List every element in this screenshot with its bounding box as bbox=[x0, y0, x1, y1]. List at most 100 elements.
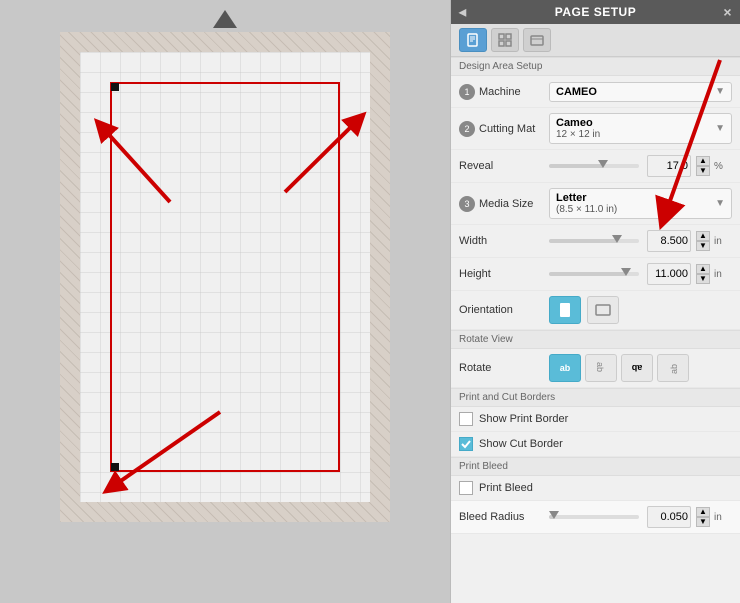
tab-media[interactable] bbox=[523, 28, 551, 52]
scroll-up-arrow[interactable] bbox=[213, 10, 237, 28]
machine-control: CAMEO ▼ bbox=[549, 82, 732, 102]
width-unit: in bbox=[714, 236, 732, 247]
bleed-radius-unit: in bbox=[714, 512, 732, 523]
height-value[interactable]: 11.000 bbox=[647, 263, 691, 285]
cutting-mat-label: 2 Cutting Mat bbox=[459, 121, 549, 137]
print-bleed-checkbox[interactable] bbox=[459, 481, 473, 495]
width-slider-thumb bbox=[612, 235, 622, 243]
machine-badge: 1 bbox=[459, 84, 475, 100]
orientation-control bbox=[549, 296, 732, 324]
rotate-btn-0[interactable]: ab bbox=[549, 354, 581, 382]
show-print-border-checkbox[interactable] bbox=[459, 412, 473, 426]
reveal-slider[interactable] bbox=[549, 164, 639, 168]
svg-text:ab: ab bbox=[669, 364, 679, 374]
width-label: Width bbox=[459, 235, 549, 247]
panel-title: PAGE SETUP bbox=[555, 5, 636, 19]
bleed-radius-value[interactable]: 0.050 bbox=[647, 506, 691, 528]
height-label: Height bbox=[459, 268, 549, 280]
rotate-view-section-label: Rotate View bbox=[451, 330, 740, 349]
width-row: Width 8.500 ▲ ▼ in bbox=[451, 225, 740, 258]
corner-marker-tl bbox=[111, 83, 119, 91]
bleed-radius-slider-thumb bbox=[549, 511, 559, 519]
height-control: 11.000 ▲ ▼ in bbox=[549, 263, 732, 285]
show-print-border-label: Show Print Border bbox=[479, 413, 568, 425]
bleed-radius-spin-down[interactable]: ▼ bbox=[696, 517, 710, 527]
rotate-row: Rotate ab ab ab ab bbox=[451, 349, 740, 388]
rotate-btn-270[interactable]: ab bbox=[657, 354, 689, 382]
machine-dropdown[interactable]: CAMEO ▼ bbox=[549, 82, 732, 102]
tab-page[interactable] bbox=[459, 28, 487, 52]
show-cut-border-label: Show Cut Border bbox=[479, 438, 563, 450]
print-bleed-row: Print Bleed bbox=[451, 476, 740, 501]
reveal-spin-down[interactable]: ▼ bbox=[696, 166, 710, 176]
orientation-row: Orientation bbox=[451, 291, 740, 330]
machine-row: 1 Machine CAMEO ▼ bbox=[451, 76, 740, 108]
height-row: Height 11.000 ▲ ▼ in bbox=[451, 258, 740, 291]
canvas-area bbox=[0, 0, 450, 603]
panel-close-btn[interactable]: × bbox=[723, 4, 732, 20]
cut-border bbox=[110, 82, 340, 472]
reveal-row: Reveal 17.0 ▲ ▼ % bbox=[451, 150, 740, 183]
height-slider[interactable] bbox=[549, 272, 639, 276]
print-cut-section-label: Print and Cut Borders bbox=[451, 388, 740, 407]
show-cut-border-checkbox[interactable] bbox=[459, 437, 473, 451]
white-page bbox=[80, 52, 370, 502]
media-size-label: 3 Media Size bbox=[459, 196, 549, 212]
machine-label: 1 Machine bbox=[459, 84, 549, 100]
height-unit: in bbox=[714, 269, 732, 280]
media-size-dropdown-arrow: ▼ bbox=[715, 198, 725, 209]
cutting-mat-badge: 2 bbox=[459, 121, 475, 137]
bleed-radius-label: Bleed Radius bbox=[459, 511, 549, 523]
reveal-spin-up[interactable]: ▲ bbox=[696, 156, 710, 166]
page-wrapper bbox=[60, 32, 390, 522]
cutting-mat-control: Cameo 12 × 12 in ▼ bbox=[549, 113, 732, 144]
cutting-mat-dropdown[interactable]: Cameo 12 × 12 in ▼ bbox=[549, 113, 732, 144]
height-spinner: ▲ ▼ bbox=[696, 264, 710, 284]
reveal-control: 17.0 ▲ ▼ % bbox=[549, 155, 732, 177]
width-control: 8.500 ▲ ▼ in bbox=[549, 230, 732, 252]
reveal-label: Reveal bbox=[459, 160, 549, 172]
rotate-btn-180[interactable]: ab bbox=[621, 354, 653, 382]
width-slider[interactable] bbox=[549, 239, 639, 243]
show-print-border-row: Show Print Border bbox=[451, 407, 740, 432]
print-bleed-label: Print Bleed bbox=[479, 482, 533, 494]
tab-bar bbox=[451, 24, 740, 57]
right-panel: ◂ PAGE SETUP × Design Area Setup 1 Machi… bbox=[450, 0, 740, 603]
cutting-mat-dropdown-arrow: ▼ bbox=[715, 123, 725, 134]
width-value[interactable]: 8.500 bbox=[647, 230, 691, 252]
bleed-radius-row: Bleed Radius 0.050 ▲ ▼ in bbox=[451, 501, 740, 534]
bleed-radius-spin-up[interactable]: ▲ bbox=[696, 507, 710, 517]
orientation-landscape[interactable] bbox=[587, 296, 619, 324]
design-area-section-label: Design Area Setup bbox=[451, 57, 740, 76]
panel-collapse-btn[interactable]: ◂ bbox=[459, 4, 467, 21]
media-size-dropdown[interactable]: Letter (8.5 × 11.0 in) ▼ bbox=[549, 188, 732, 219]
orientation-label: Orientation bbox=[459, 304, 549, 316]
reveal-slider-thumb bbox=[598, 160, 608, 168]
show-cut-border-row: Show Cut Border bbox=[451, 432, 740, 457]
corner-marker-bl bbox=[111, 463, 119, 471]
bleed-radius-spinner: ▲ ▼ bbox=[696, 507, 710, 527]
reveal-spinner: ▲ ▼ bbox=[696, 156, 710, 176]
height-slider-thumb bbox=[621, 268, 631, 276]
bleed-radius-slider[interactable] bbox=[549, 515, 639, 519]
print-bleed-section-label: Print Bleed bbox=[451, 457, 740, 476]
media-size-control: Letter (8.5 × 11.0 in) ▼ bbox=[549, 188, 732, 219]
orientation-portrait[interactable] bbox=[549, 296, 581, 324]
height-spin-up[interactable]: ▲ bbox=[696, 264, 710, 274]
width-spin-up[interactable]: ▲ bbox=[696, 231, 710, 241]
media-size-badge: 3 bbox=[459, 196, 475, 212]
tab-grid[interactable] bbox=[491, 28, 519, 52]
panel-header: ◂ PAGE SETUP × bbox=[451, 0, 740, 24]
rotate-control: ab ab ab ab bbox=[549, 354, 732, 382]
bleed-radius-control: 0.050 ▲ ▼ in bbox=[549, 506, 732, 528]
reveal-value[interactable]: 17.0 bbox=[647, 155, 691, 177]
rotate-btn-90[interactable]: ab bbox=[585, 354, 617, 382]
width-spin-down[interactable]: ▼ bbox=[696, 241, 710, 251]
cutting-mat-row: 2 Cutting Mat Cameo 12 × 12 in ▼ bbox=[451, 108, 740, 150]
media-size-row: 3 Media Size Letter (8.5 × 11.0 in) ▼ bbox=[451, 183, 740, 225]
width-spinner: ▲ ▼ bbox=[696, 231, 710, 251]
rotate-label: Rotate bbox=[459, 362, 549, 374]
height-spin-down[interactable]: ▼ bbox=[696, 274, 710, 284]
machine-dropdown-arrow: ▼ bbox=[715, 86, 725, 97]
svg-text:ab: ab bbox=[595, 362, 605, 372]
